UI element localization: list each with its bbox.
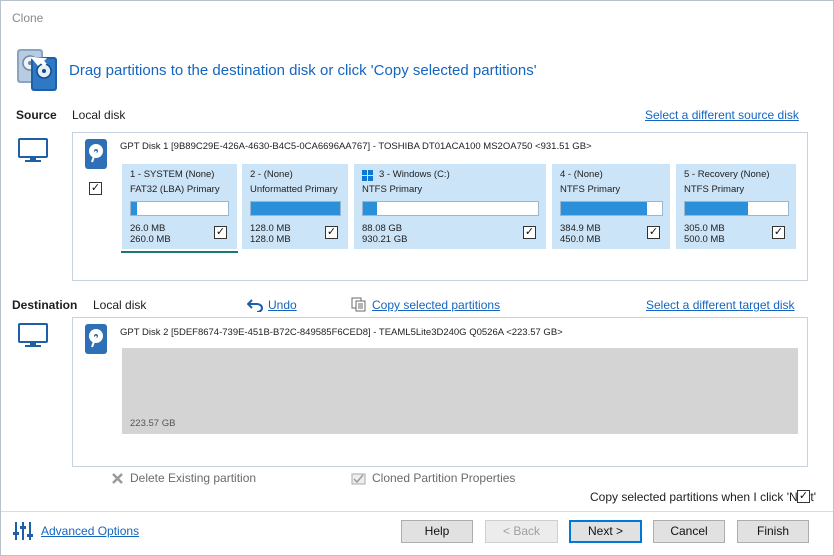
- partition-total: 450.0 MB: [560, 234, 601, 245]
- monitor-icon: [18, 323, 48, 347]
- partition-4-checkbox[interactable]: ✓: [647, 226, 660, 239]
- partition-used: 26.0 MB: [130, 223, 166, 234]
- partition-2[interactable]: 2 - (None) Unformatted Primary 128.0 MB …: [242, 164, 348, 249]
- help-button[interactable]: Help: [401, 520, 473, 543]
- partition-name: 2 - (None): [250, 169, 293, 180]
- back-button[interactable]: < Back: [485, 520, 558, 543]
- select-target-disk-link[interactable]: Select a different target disk: [646, 298, 795, 312]
- partition-name: 1 - SYSTEM (None): [130, 169, 215, 180]
- partition-usage-bar: [130, 201, 229, 216]
- partition-1[interactable]: 1 - SYSTEM (None) FAT32 (LBA) Primary 26…: [122, 164, 237, 249]
- partition-5-checkbox[interactable]: ✓: [772, 226, 785, 239]
- cloned-partition-properties-button[interactable]: Cloned Partition Properties: [372, 471, 515, 485]
- monitor-icon: [18, 138, 48, 162]
- advanced-options-link[interactable]: Advanced Options: [41, 524, 139, 538]
- hard-disk-icon: [85, 139, 107, 169]
- partition-usage-bar: [362, 201, 539, 216]
- delete-icon: [112, 473, 123, 484]
- unallocated-size: 223.57 GB: [130, 418, 176, 429]
- partition-used: 128.0 MB: [250, 223, 291, 234]
- select-source-disk-link[interactable]: Select a different source disk: [645, 108, 799, 122]
- delete-existing-partition-button[interactable]: Delete Existing partition: [130, 471, 256, 485]
- partition-3[interactable]: 3 - Windows (C:) NTFS Primary 88.08 GB 9…: [354, 164, 546, 249]
- partition-total: 260.0 MB: [130, 234, 171, 245]
- partition-type: NTFS Primary: [362, 184, 423, 195]
- footer-divider: [1, 511, 833, 512]
- window-title: Clone: [12, 11, 44, 25]
- properties-icon: [351, 473, 366, 485]
- partition-name: 4 - (None): [560, 169, 603, 180]
- hard-disk-icon: [85, 324, 107, 354]
- title-bar: Clone: [1, 1, 833, 35]
- select-all-partitions-checkbox[interactable]: ✓: [89, 182, 102, 195]
- destination-label: Destination: [12, 298, 78, 312]
- next-button[interactable]: Next >: [569, 520, 642, 543]
- copy-selected-partitions-link[interactable]: Copy selected partitions: [372, 298, 500, 312]
- source-disk-type: Local disk: [72, 108, 126, 122]
- destination-disk-type: Local disk: [93, 298, 147, 312]
- partition-2-checkbox[interactable]: ✓: [325, 226, 338, 239]
- partition-type: NTFS Primary: [560, 184, 621, 195]
- copy-on-next-checkbox[interactable]: ✓: [797, 490, 810, 503]
- destination-disk-info: GPT Disk 2 [5DEF8674-739E-451B-B72C-8495…: [120, 327, 563, 338]
- partition-4[interactable]: 4 - (None) NTFS Primary 384.9 MB 450.0 M…: [552, 164, 670, 249]
- selected-partition-indicator: [121, 251, 238, 253]
- undo-link[interactable]: Undo: [268, 298, 297, 312]
- windows-logo-icon: [362, 170, 373, 181]
- advanced-options-icon[interactable]: [12, 521, 34, 541]
- partition-name: 5 - Recovery (None): [684, 169, 770, 180]
- partition-usage-bar: [684, 201, 789, 216]
- unallocated-space[interactable]: 223.57 GB: [122, 348, 798, 434]
- copy-on-next-label: Copy selected partitions when I click 'N…: [590, 490, 817, 504]
- partition-used: 88.08 GB: [362, 223, 403, 234]
- partition-total: 930.21 GB: [362, 234, 408, 245]
- cancel-button[interactable]: Cancel: [653, 520, 725, 543]
- partition-used: 305.0 MB: [684, 223, 725, 234]
- partition-type: Unformatted Primary: [250, 184, 338, 195]
- partition-name: 3 - Windows (C:): [379, 169, 450, 180]
- clone-window: Clone Drag partitions to the destination…: [0, 0, 834, 556]
- partition-type: FAT32 (LBA) Primary: [130, 184, 220, 195]
- source-disk-info: GPT Disk 1 [9B89C29E-426A-4630-B4C5-0CA6…: [120, 141, 592, 152]
- clone-disk-icon: [17, 49, 57, 91]
- copy-icon[interactable]: [351, 297, 367, 312]
- page-heading: Drag partitions to the destination disk …: [69, 62, 537, 79]
- partition-used: 384.9 MB: [560, 223, 601, 234]
- partition-usage-bar: [250, 201, 341, 216]
- partition-total: 500.0 MB: [684, 234, 725, 245]
- partition-5[interactable]: 5 - Recovery (None) NTFS Primary 305.0 M…: [676, 164, 796, 249]
- partition-type: NTFS Primary: [684, 184, 745, 195]
- undo-icon[interactable]: [247, 299, 263, 312]
- partition-usage-bar: [560, 201, 663, 216]
- partition-3-checkbox[interactable]: ✓: [523, 226, 536, 239]
- finish-button[interactable]: Finish: [737, 520, 809, 543]
- source-label: Source: [16, 108, 57, 122]
- partition-total: 128.0 MB: [250, 234, 291, 245]
- partition-1-checkbox[interactable]: ✓: [214, 226, 227, 239]
